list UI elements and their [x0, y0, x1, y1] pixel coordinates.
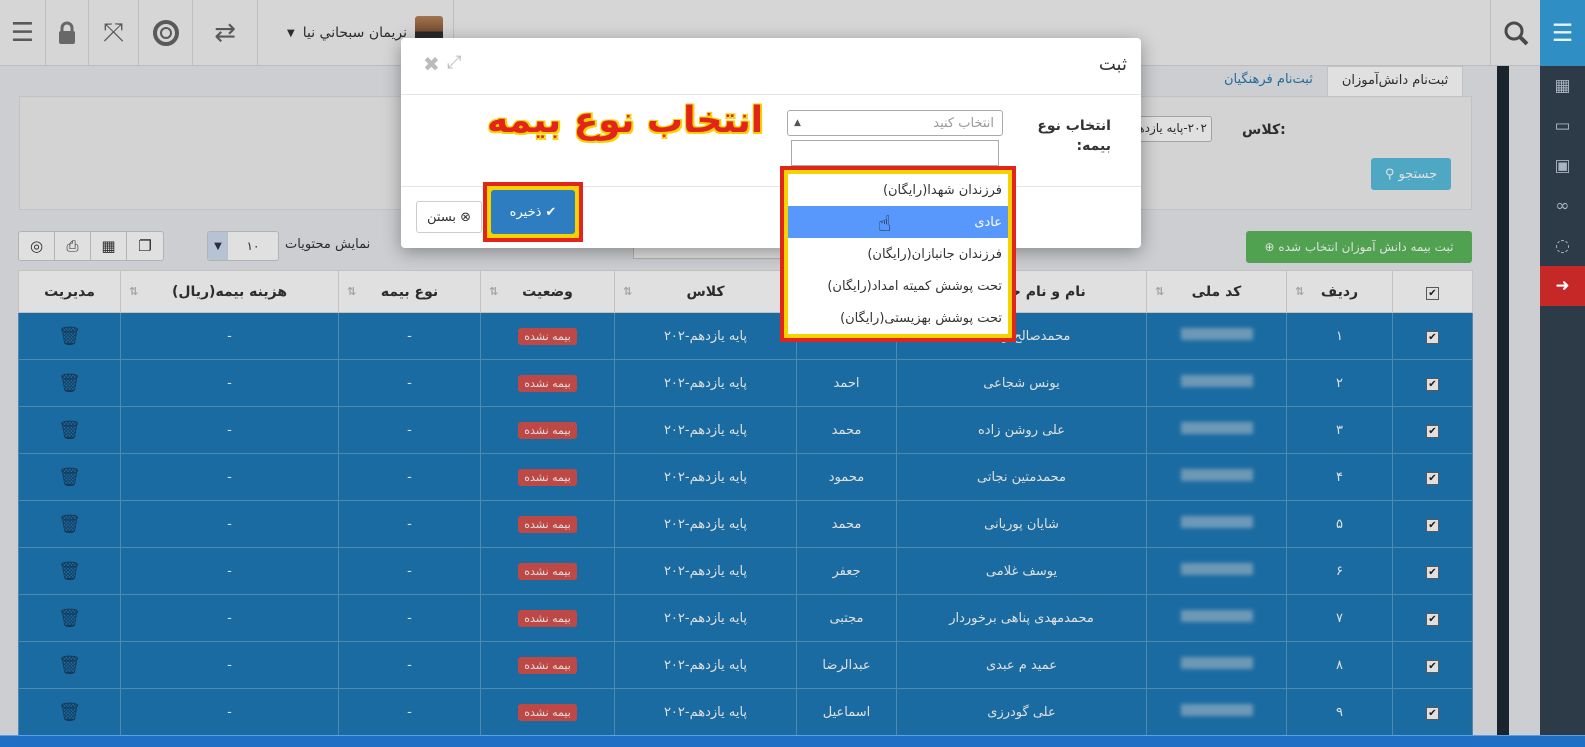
select-search-input[interactable] — [791, 140, 999, 166]
right-sidebar: ☰ ▦ ▭ ▣ ∞ ◌ ➜ — [1540, 0, 1585, 735]
insurance-option[interactable]: عادی — [788, 206, 1008, 238]
expand-icon[interactable]: ⤢ — [447, 52, 461, 73]
close-button[interactable]: بستن ⊗ — [416, 201, 482, 233]
modal-header-divider — [401, 94, 1141, 95]
caret-up-icon: ▲ — [794, 118, 801, 128]
insurance-option[interactable]: تحت پوشش كميته امداد(رايگان) — [788, 270, 1008, 302]
insurance-type-label: انتخاب نوع بيمه: — [1037, 118, 1111, 154]
monitor-icon[interactable]: ▭ — [1540, 106, 1585, 146]
close-circle-icon: ⊗ — [460, 209, 471, 225]
close-button-label: بستن — [427, 209, 457, 225]
logout-icon[interactable]: ➜ — [1540, 266, 1585, 306]
check-circle-icon: ✔ — [545, 204, 557, 220]
insurance-modal: ثبت ✖ ⤢ انتخاب نوع بيمه: انتخاب كنيد ▲ ا… — [401, 38, 1141, 248]
link-icon[interactable]: ∞ — [1540, 186, 1585, 226]
close-icon[interactable]: ✖ — [423, 52, 440, 76]
hand-cursor-icon: ☝ — [878, 212, 892, 237]
insurance-option[interactable]: فرزندان جانبازان(رايگان) — [788, 238, 1008, 270]
lock-icon[interactable]: ▣ — [1540, 146, 1585, 186]
sidebar-menu-icon[interactable]: ☰ — [1540, 0, 1585, 66]
save-button[interactable]: ذخيره ✔ — [491, 190, 575, 234]
save-button-label: ذخيره — [509, 204, 542, 220]
taskbar — [0, 735, 1585, 747]
modal-title: ثبت — [1098, 54, 1127, 75]
insurance-type-select[interactable]: انتخاب كنيد ▲ — [787, 110, 1003, 136]
bulb-icon[interactable]: ◌ — [1540, 226, 1585, 266]
annotation-text: انتخاب نوع بيمه — [487, 100, 764, 141]
grid-icon[interactable]: ▦ — [1540, 66, 1585, 106]
dropdown-highlight: فرزندان شهدا(رايگان) عادی فرزندان جانبازان… — [780, 166, 1016, 342]
insurance-option[interactable]: تحت پوشش بهزيستی(رايگان) — [788, 302, 1008, 334]
select-placeholder: انتخاب كنيد — [933, 115, 994, 131]
save-highlight: ذخيره ✔ — [483, 182, 583, 242]
insurance-options-list: فرزندان شهدا(رايگان) عادی فرزندان جانبازان… — [788, 174, 1008, 334]
insurance-option[interactable]: فرزندان شهدا(رايگان) — [788, 174, 1008, 206]
